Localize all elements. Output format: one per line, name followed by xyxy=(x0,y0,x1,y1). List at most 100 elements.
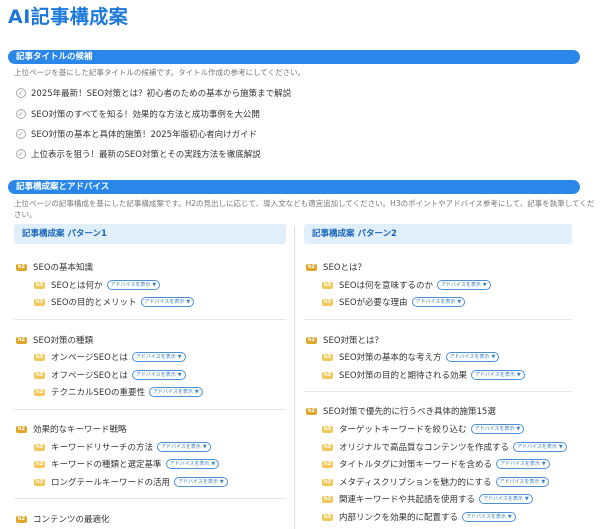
show-advice-button[interactable]: アドバイスを表示 ▼ xyxy=(462,512,516,522)
outline-h3-row: h3 内部リンクを効果的に配置する アドバイスを表示 ▼ xyxy=(322,511,516,523)
h2-heading: SEO対策とは？ xyxy=(323,336,384,346)
h2-tag: h2 xyxy=(306,336,318,344)
h3-tag: h3 xyxy=(322,460,334,468)
show-advice-button[interactable]: アドバイスを表示 ▼ xyxy=(437,280,491,290)
caret-down-icon: ▼ xyxy=(194,389,199,395)
show-advice-button[interactable]: アドバイスを表示 ▼ xyxy=(513,442,567,452)
outline-h3-row: h3 SEOは何を意味するのか アドバイスを表示 ▼ xyxy=(322,279,491,291)
show-advice-button[interactable]: アドバイスを表示 ▼ xyxy=(496,459,550,469)
show-advice-button[interactable]: アドバイスを表示 ▼ xyxy=(470,424,525,434)
outline-h3-row: h3 SEO対策の目的と期待される効果 アドバイスを表示 ▼ xyxy=(322,369,525,381)
h3-heading: メタディスクリプションを魅力的にする xyxy=(339,478,492,488)
h3-tag: h3 xyxy=(34,298,46,306)
outline-h2-row: h2 SEO対策で優先的に行うべき具体的施策15選 xyxy=(306,405,496,417)
show-advice-button[interactable]: アドバイスを表示 ▼ xyxy=(495,477,550,487)
outline-h2-row: h2 効果的なキーワード戦略 xyxy=(16,423,127,435)
title-candidate-text: 2025年最新！SEO対策とは？初心者のための基本から施策まで解説 xyxy=(31,89,292,99)
caret-down-icon: ▼ xyxy=(541,479,546,485)
show-advice-button[interactable]: アドバイスを表示 ▼ xyxy=(165,459,220,469)
group-divider xyxy=(14,409,286,410)
caret-down-icon: ▼ xyxy=(211,461,216,467)
caret-down-icon: ▼ xyxy=(524,496,529,502)
h2-tag: h2 xyxy=(16,336,28,344)
h3-heading: SEO対策の基本的な考え方 xyxy=(339,353,442,363)
show-advice-button[interactable]: アドバイスを表示 ▼ xyxy=(445,352,500,362)
caret-down-icon: ▼ xyxy=(558,444,563,450)
outline-section-description: 上位ページの記事構成を基にした記事構成案です。H2の見出しに応じて、導入文なども… xyxy=(14,199,595,219)
group-divider xyxy=(304,391,572,392)
title-candidate[interactable]: ✓ 2025年最新！SEO対策とは？初心者のための基本から施策まで解説 xyxy=(16,87,291,99)
show-advice-button[interactable]: アドバイスを表示 ▼ xyxy=(131,370,186,380)
outline-h3-row: h3 SEOが必要な理由 アドバイスを表示 ▼ xyxy=(322,296,466,308)
outline-h3-row: h3 関連キーワードや共起語を使用する アドバイスを表示 ▼ xyxy=(322,493,533,505)
outline-h3-row: h3 メタディスクリプションを魅力的にする アドバイスを表示 ▼ xyxy=(322,476,550,488)
h2-tag: h2 xyxy=(306,407,318,415)
show-advice-button[interactable]: アドバイスを表示 ▼ xyxy=(149,387,203,397)
outline-h3-row: h3 キーワードリサーチの方法 アドバイスを表示 ▼ xyxy=(34,441,211,453)
outline-h3-row: h3 ロングテールキーワードの活用 アドバイスを表示 ▼ xyxy=(34,476,228,488)
show-advice-button[interactable]: アドバイスを表示 ▼ xyxy=(106,280,161,290)
title-candidate[interactable]: ✓ 上位表示を狙う！最新のSEO対策とその実践方法を徹底解説 xyxy=(16,148,261,160)
h3-heading: オンページSEOとは xyxy=(51,353,128,363)
outline-h2-row: h2 SEOとは？ xyxy=(306,261,366,273)
h3-tag: h3 xyxy=(34,460,46,468)
h2-tag: h2 xyxy=(16,515,28,523)
h2-tag: h2 xyxy=(16,425,28,433)
h3-heading: SEOの目的とメリット xyxy=(51,298,137,308)
h3-tag: h3 xyxy=(34,281,46,289)
outline-h3-row: h3 オフページSEOとは アドバイスを表示 ▼ xyxy=(34,369,186,381)
show-advice-button[interactable]: アドバイスを表示 ▼ xyxy=(131,352,186,362)
h3-tag: h3 xyxy=(322,495,334,503)
caret-down-icon: ▼ xyxy=(491,354,496,360)
title-candidate-text: 上位表示を狙う！最新のSEO対策とその実践方法を徹底解説 xyxy=(31,150,261,160)
group-divider xyxy=(14,498,286,499)
show-advice-button[interactable]: アドバイスを表示 ▼ xyxy=(174,477,228,487)
outline-h3-row: h3 キーワードの種類と選定基準 アドバイスを表示 ▼ xyxy=(34,458,220,470)
outline-h3-row: h3 SEOとは何か アドバイスを表示 ▼ xyxy=(34,279,161,291)
show-advice-button[interactable]: アドバイスを表示 ▼ xyxy=(471,370,525,380)
show-advice-button[interactable]: アドバイスを表示 ▼ xyxy=(479,494,533,504)
title-candidate[interactable]: ✓ SEO対策のすべてを知る！効果的な方法と成功事例を大公開 xyxy=(16,108,260,120)
show-advice-button[interactable]: アドバイスを表示 ▼ xyxy=(157,442,211,452)
caret-down-icon: ▼ xyxy=(177,354,182,360)
h3-heading: オフページSEOとは xyxy=(51,371,128,381)
h3-tag: h3 xyxy=(322,478,334,486)
show-advice-button[interactable]: アドバイスを表示 ▼ xyxy=(140,297,195,307)
show-advice-button[interactable]: アドバイスを表示 ▼ xyxy=(411,297,466,307)
h3-tag: h3 xyxy=(322,298,334,306)
h3-tag: h3 xyxy=(34,353,46,361)
caret-down-icon: ▼ xyxy=(507,514,512,520)
caret-down-icon: ▼ xyxy=(202,444,207,450)
h3-heading: ロングテールキーワードの活用 xyxy=(51,478,171,488)
h3-tag: h3 xyxy=(322,281,334,289)
h2-heading: SEOとは？ xyxy=(323,263,367,273)
outline-h2-row: h2 SEO対策の種類 xyxy=(16,334,93,346)
h3-tag: h3 xyxy=(34,443,46,451)
caret-down-icon: ▼ xyxy=(457,299,462,305)
title-candidate[interactable]: ✓ SEO対策の基本と具体的施策！2025年版初心者向けガイド xyxy=(16,128,257,140)
h3-heading: 内部リンクを効果的に配置する xyxy=(339,513,459,523)
h3-heading: キーワードリサーチの方法 xyxy=(51,443,154,453)
h3-tag: h3 xyxy=(322,371,334,379)
outline-h3-row: h3 SEOの目的とメリット アドバイスを表示 ▼ xyxy=(34,296,195,308)
h3-heading: SEOが必要な理由 xyxy=(339,298,408,308)
h3-tag: h3 xyxy=(34,371,46,379)
h3-tag: h3 xyxy=(322,443,334,451)
h3-heading: 関連キーワードや共起語を使用する xyxy=(339,495,476,505)
h3-tag: h3 xyxy=(322,425,334,433)
group-divider xyxy=(304,319,572,320)
title-candidate-text: SEO対策のすべてを知る！効果的な方法と成功事例を大公開 xyxy=(31,110,260,120)
h3-heading: タイトルタグに対策キーワードを含める xyxy=(339,460,493,470)
outline-h2-row: h2 SEOの基本知識 xyxy=(16,261,93,273)
column-separator xyxy=(294,226,295,529)
outline-h3-row: h3 タイトルタグに対策キーワードを含める アドバイスを表示 ▼ xyxy=(322,458,550,470)
outline-h3-row: h3 ターゲットキーワードを絞り込む アドバイスを表示 ▼ xyxy=(322,423,525,435)
outline-section-heading: 記事構成案とアドバイス xyxy=(8,180,580,194)
caret-down-icon: ▼ xyxy=(219,479,224,485)
outline-h3-row: h3 SEO対策の基本的な考え方 アドバイスを表示 ▼ xyxy=(322,351,500,363)
outline-h3-row: h3 テクニカルSEOの重要性 アドバイスを表示 ▼ xyxy=(34,386,203,398)
pattern2-heading: 記事構成案 パターン2 xyxy=(304,224,572,244)
h3-tag: h3 xyxy=(34,478,46,486)
caret-down-icon: ▼ xyxy=(541,461,546,467)
outline-h2-row: h2 コンテンツの最適化 xyxy=(16,513,110,525)
